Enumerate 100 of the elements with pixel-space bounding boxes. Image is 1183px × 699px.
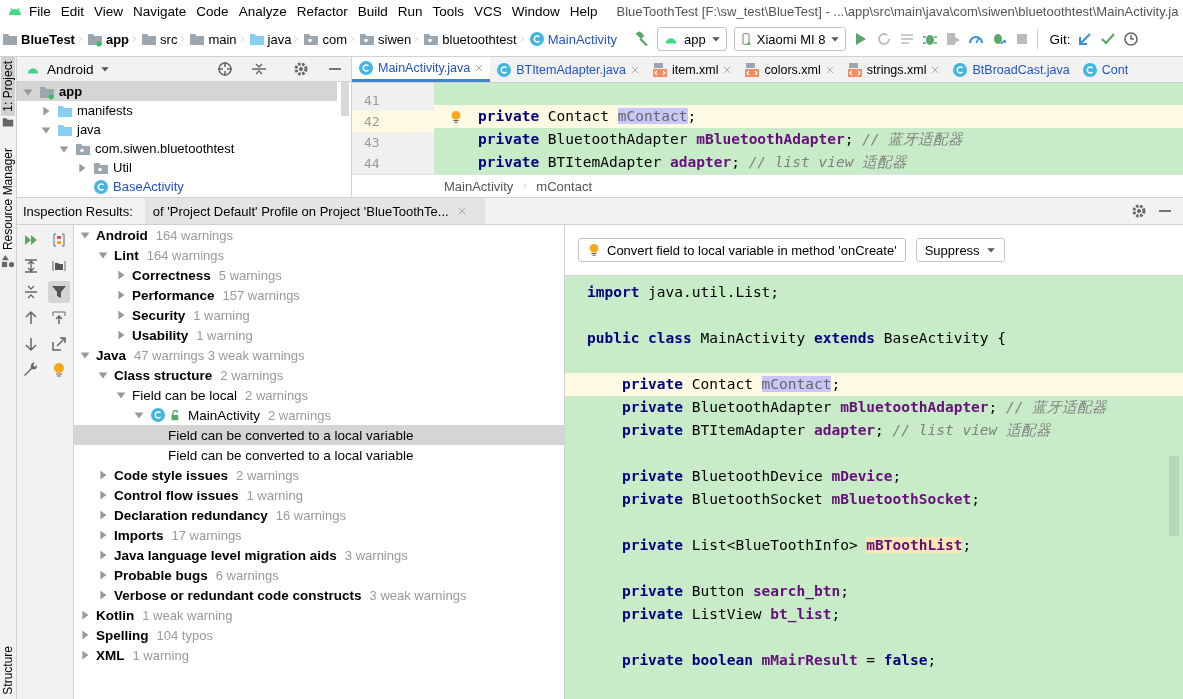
item-label: Imports [114, 527, 164, 543]
quick-fix-button[interactable]: Convert field to local variable in method 'onCreate' [578, 238, 906, 262]
project-view-dropdown[interactable]: Android [47, 61, 94, 77]
tree-item[interactable]: Imports 17 warnings [74, 525, 564, 545]
editor-tab[interactable]: colors.xml [738, 57, 841, 82]
tree-item[interactable]: app [17, 82, 337, 101]
menu-item[interactable]: Run [392, 3, 428, 19]
tree-item[interactable]: manifests [17, 101, 337, 120]
menu-item[interactable]: VCS [469, 3, 507, 19]
warning-count: 16 warnings [275, 507, 346, 523]
breadcrumb-item[interactable]: app [84, 31, 131, 47]
menu-item[interactable]: Window [506, 3, 565, 19]
tree-item[interactable]: XML 1 warning [74, 645, 564, 665]
tree-item[interactable]: Field can be local 2 warnings [74, 385, 564, 405]
breadcrumb-item[interactable]: siwen [357, 31, 413, 47]
item-label: Util [113, 160, 132, 175]
breadcrumb-item[interactable]: mContact [536, 178, 592, 194]
warning-count: 164 warnings [146, 247, 225, 263]
tree-item[interactable]: Declaration redundancy 16 warnings [74, 505, 564, 525]
editor-tab[interactable]: BTItemAdapter.java [490, 57, 646, 82]
item-label: XML [96, 647, 125, 663]
item-label: Lint [114, 247, 139, 263]
tree-item[interactable]: MainActivity 2 warnings [74, 405, 564, 425]
results-tab[interactable]: of 'Project Default' Profile on Project 'BlueToothTe... [144, 198, 485, 224]
item-label: BaseActivity [113, 179, 184, 194]
editor-tab[interactable]: MainActivity.java [352, 57, 491, 82]
breadcrumb-item[interactable]: main [187, 31, 238, 47]
tree-item[interactable]: Spelling 104 typos [74, 625, 564, 645]
item-label: Security [132, 307, 186, 323]
breadcrumb-item[interactable]: bluetoothtest [421, 31, 518, 47]
code-line: private Button search_btn; [620, 582, 849, 602]
menu-item[interactable]: Navigate [128, 3, 192, 19]
warning-count: 5 warnings [218, 267, 282, 283]
editor-tab[interactable]: BtBroadCast.java [946, 57, 1076, 82]
tree-item[interactable]: Code style issues 2 warnings [74, 465, 564, 485]
tree-item[interactable]: Probable bugs 6 warnings [74, 565, 564, 585]
tree-item[interactable]: java [17, 120, 337, 139]
tree-item[interactable]: Usability 1 warning [74, 325, 564, 345]
menu-item[interactable]: View [89, 3, 129, 19]
menu-item[interactable]: Code [191, 3, 234, 19]
side-tab[interactable]: Structure [1, 642, 15, 699]
tree-item[interactable]: Correctness 5 warnings [74, 265, 564, 285]
item-label: app [59, 84, 83, 99]
warning-count: 1 warning [246, 487, 303, 503]
tree-item[interactable]: com.siwen.bluetoothtest [17, 139, 337, 158]
warning-count: 1 warning [196, 327, 253, 343]
item-label: Field can be local [132, 387, 238, 403]
menu-item[interactable]: Build [352, 3, 393, 19]
tree-item[interactable]: Kotlin 1 weak warning [74, 605, 564, 625]
menu-item[interactable]: Edit [55, 3, 90, 19]
code-line: private BluetoothAdapter mBluetoothAdapter; // 蓝牙适配器 [478, 130, 964, 149]
editor-tab[interactable]: strings.xml [840, 57, 947, 82]
suppress-dropdown[interactable]: Suppress [915, 238, 1005, 262]
breadcrumb-item[interactable]: com [301, 31, 348, 47]
tree-item[interactable]: Field can be converted to a local variable [74, 425, 564, 445]
warning-count: 6 warnings [215, 567, 279, 583]
item-label: Control flow issues [114, 487, 239, 503]
menu-item[interactable]: Help [564, 3, 603, 19]
menu-item[interactable]: Tools [427, 3, 469, 19]
breadcrumb-item[interactable]: MainActivity [444, 178, 514, 194]
item-label: Field can be converted to a local variable [168, 427, 414, 443]
code-line: public class MainActivity extends BaseActivity { [587, 329, 1007, 348]
breadcrumb-item[interactable]: src [139, 31, 179, 47]
menu-item[interactable]: Refactor [291, 3, 353, 19]
editor-tab[interactable]: item.xml [645, 57, 739, 82]
item-label: Code style issues [114, 467, 229, 483]
line-number: 44 [363, 155, 381, 173]
tree-item[interactable]: Field can be converted to a local variable [74, 445, 564, 465]
breadcrumb-item[interactable]: BlueTest [0, 31, 76, 47]
tree-item[interactable]: Util [17, 158, 337, 177]
item-label: Verbose or redundant code constructs [114, 587, 362, 603]
side-tab[interactable]: 1: Project [1, 57, 15, 116]
run-config-dropdown[interactable]: app [657, 27, 727, 51]
side-tab[interactable]: Resource Manager [1, 143, 15, 254]
breadcrumb-item[interactable]: MainActivity [526, 31, 619, 47]
breadcrumb-item[interactable]: java [246, 31, 293, 47]
tree-item[interactable]: Control flow issues 1 warning [74, 485, 564, 505]
tree-item[interactable]: Java language level migration aids 3 warnings [74, 545, 564, 565]
tree-item[interactable]: Performance 157 warnings [74, 285, 564, 305]
code-line: private BTItemAdapter adapter; // list view 适配器 [620, 421, 1052, 440]
window-title: BlueToothTest [F:\sw_test\BlueTest] - ...\app\src\main\java\com\siwen\bluetoothtest\MainActivity.ja [616, 3, 1179, 19]
tree-item[interactable]: Security 1 warning [74, 305, 564, 325]
tree-item[interactable]: Java 47 warnings 3 weak warnings [74, 345, 564, 365]
item-label: Correctness [132, 267, 211, 283]
tree-item[interactable]: BaseActivity [17, 177, 337, 196]
code-line: private Contact mContact; [620, 375, 841, 394]
tree-item[interactable]: Lint 164 warnings [74, 245, 564, 265]
tree-item[interactable]: Verbose or redundant code constructs 3 weak warnings [74, 585, 564, 605]
item-label: Probable bugs [114, 567, 208, 583]
device-dropdown[interactable]: Xiaomi MI 8 [733, 27, 847, 51]
line-number: 41 [363, 92, 381, 110]
line-number: 42 [352, 111, 434, 132]
tree-item[interactable]: Class structure 2 warnings [74, 365, 564, 385]
tree-item[interactable]: Android 164 warnings [74, 225, 564, 245]
menu-item[interactable]: File [24, 3, 56, 19]
warning-count: 17 warnings [171, 527, 242, 543]
editor-tab[interactable]: Cont [1075, 57, 1135, 82]
item-label: java [77, 122, 101, 137]
menu-item[interactable]: Analyze [233, 3, 292, 19]
warning-count: 104 typos [156, 627, 213, 643]
